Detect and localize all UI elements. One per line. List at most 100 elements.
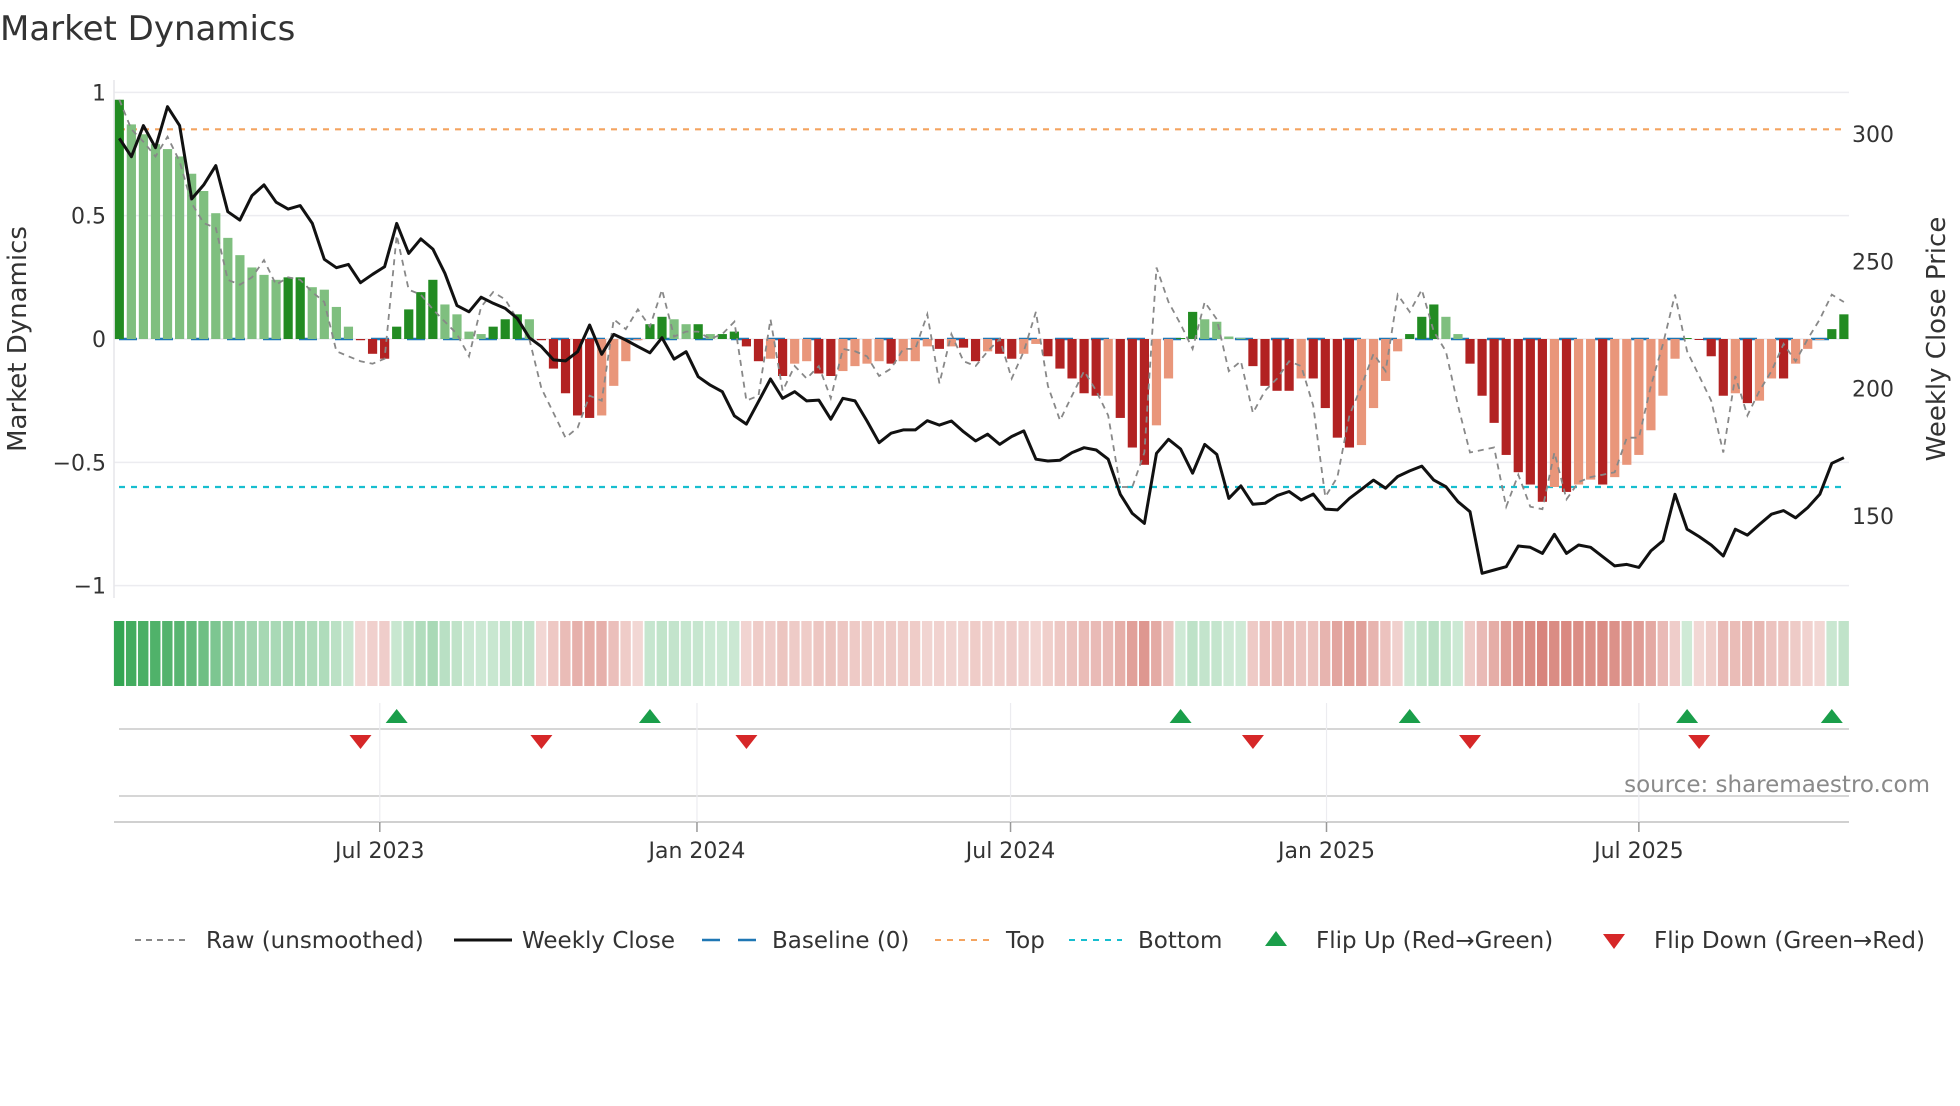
bar: [428, 279, 438, 339]
bar: [380, 339, 390, 359]
bars: [114, 99, 1849, 502]
chart-title: Market Dynamics: [0, 9, 295, 49]
bar: [1417, 316, 1427, 339]
strip-cell: [162, 621, 173, 686]
strip-cell: [1464, 621, 1476, 686]
bar: [1151, 339, 1162, 426]
strip-cell: [668, 621, 680, 686]
strip-cell: [1368, 621, 1379, 686]
strip-cell: [1247, 621, 1258, 686]
bar: [790, 339, 800, 364]
strip-cell: [150, 621, 161, 686]
y-tick-label-left: 0.5: [71, 205, 106, 230]
bar: [452, 314, 462, 339]
bar: [934, 339, 944, 349]
legend-item-bottom: Bottom: [1069, 928, 1222, 954]
bar: [1308, 339, 1318, 379]
strip-cell: [258, 621, 270, 686]
bar: [1019, 339, 1029, 354]
flip-down-marker: [530, 735, 553, 749]
strip-cell: [391, 621, 402, 686]
strip-cell: [1681, 621, 1693, 686]
bar: [560, 339, 571, 394]
strip-cell: [1609, 621, 1620, 686]
bar: [983, 339, 993, 352]
strip-cell: [1018, 621, 1029, 686]
strip-cell: [403, 621, 414, 686]
y-axis-label-right: Weekly Close Price: [1922, 217, 1952, 462]
strip-cell: [753, 621, 764, 686]
flip-up-marker: [385, 709, 408, 723]
bar: [1827, 329, 1837, 339]
strip-cell: [246, 621, 257, 686]
bar: [500, 319, 510, 339]
strip-cell: [921, 621, 933, 686]
strip-cell: [294, 621, 306, 686]
bar: [778, 339, 788, 376]
flip-up-marker: [1169, 709, 1192, 723]
strip-cell: [174, 621, 185, 686]
flip-down-marker: [349, 735, 372, 749]
strip-cell: [837, 621, 848, 686]
legend-label: Bottom: [1138, 928, 1222, 954]
y-tick-label-right: 300: [1852, 123, 1894, 148]
strip-cell: [873, 621, 885, 686]
bar: [355, 339, 366, 341]
bar: [1043, 339, 1053, 357]
strip-cell: [789, 621, 800, 686]
bar: [1175, 338, 1186, 340]
strip-cell: [451, 621, 462, 686]
bar: [175, 156, 185, 339]
legend-label: Flip Down (Green→Red): [1654, 928, 1925, 954]
source-note: source: sharemaestro.com: [1624, 772, 1930, 798]
strip-cell: [728, 621, 740, 686]
strip-cell: [427, 621, 438, 686]
bar: [717, 334, 727, 339]
strip-cell: [1440, 621, 1451, 686]
strip-cell: [572, 621, 583, 686]
bar: [1513, 339, 1523, 473]
strip-cell: [367, 621, 378, 686]
reference-lines: [119, 128, 1844, 489]
bar: [1586, 339, 1596, 480]
strip-cell: [343, 621, 354, 686]
flip-down-marker: [1688, 735, 1711, 749]
legend-label: Raw (unsmoothed): [206, 928, 424, 954]
strip-cell: [270, 621, 282, 686]
bar: [1465, 339, 1475, 364]
strip-cell: [1585, 621, 1596, 686]
bar: [1031, 339, 1041, 344]
bar: [1718, 339, 1728, 396]
bar: [1007, 339, 1017, 359]
strip-cell: [909, 621, 921, 686]
strip-cell: [1283, 621, 1295, 686]
strip-cell: [1536, 621, 1548, 686]
strip-cell: [475, 621, 487, 686]
strip-cell: [1500, 621, 1512, 686]
x-tick-label: Jul 2023: [333, 839, 425, 864]
strip-cell: [463, 621, 475, 686]
bar: [404, 309, 414, 339]
strip-cell: [1729, 621, 1741, 686]
strip-cell: [1066, 621, 1078, 686]
legend-item-baseline: Baseline (0): [702, 928, 909, 954]
bar: [633, 339, 643, 341]
strip-cell: [1742, 621, 1753, 686]
strip-cell: [282, 621, 294, 686]
y-tick-label-right: 200: [1852, 378, 1894, 403]
strip-cell: [1512, 621, 1524, 686]
strip-cell: [186, 621, 197, 686]
flip-down-marker: [1241, 735, 1264, 749]
bar: [1091, 339, 1101, 396]
strip-cell: [210, 621, 221, 686]
strip-cell: [897, 621, 909, 686]
bar: [476, 334, 486, 339]
strip-cell: [1452, 621, 1463, 686]
legend-label: Baseline (0): [772, 928, 909, 954]
bar: [1622, 339, 1632, 465]
y-tick-label-right: 250: [1852, 250, 1894, 275]
bar: [862, 339, 872, 364]
x-tick-label: Jul 2024: [964, 839, 1056, 864]
strip-cell: [1573, 621, 1584, 686]
bar: [488, 326, 498, 339]
